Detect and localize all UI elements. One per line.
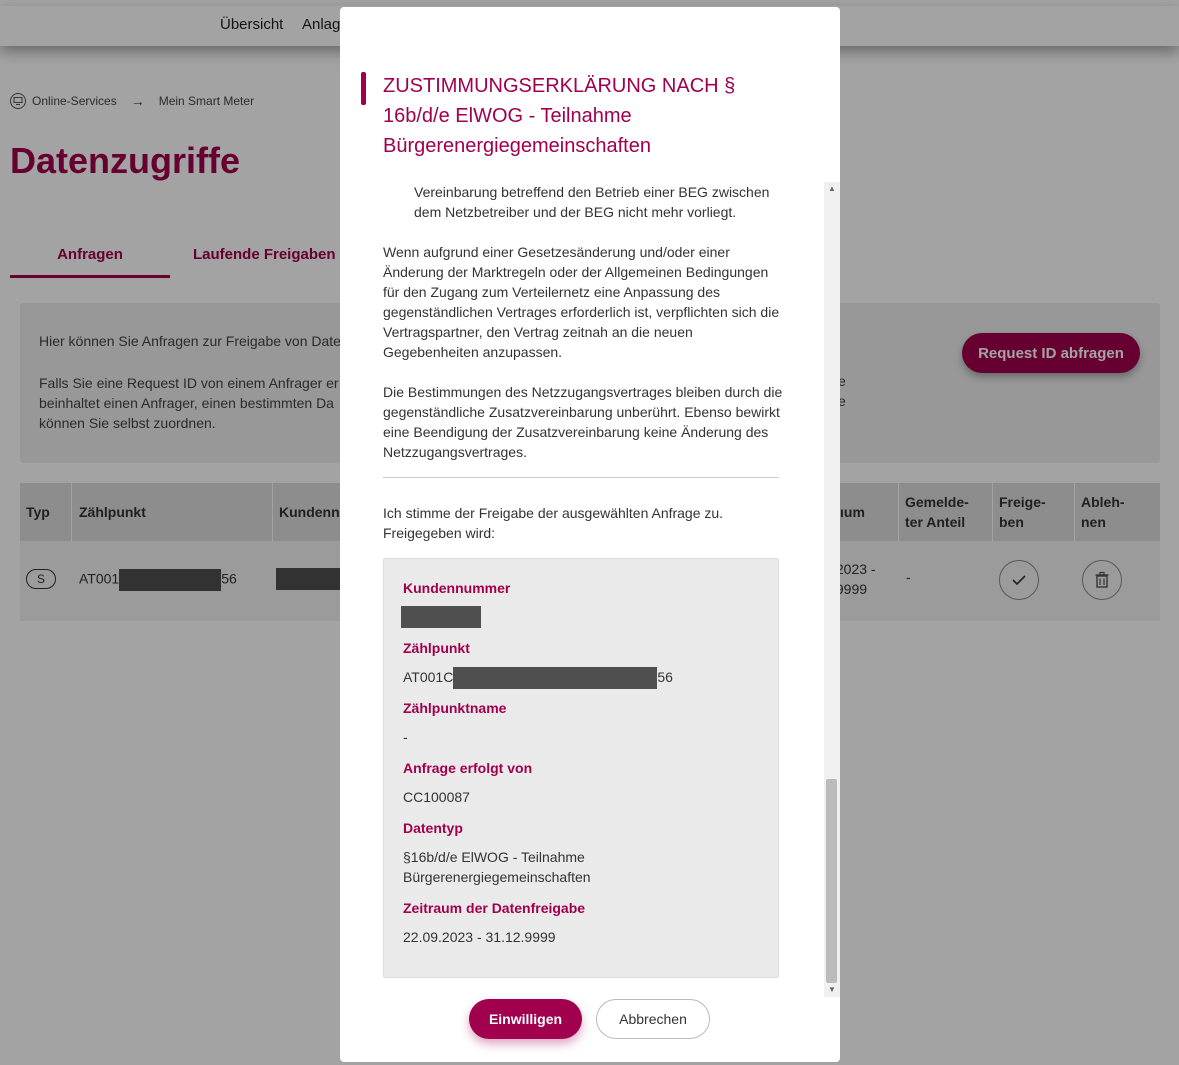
contract-paragraph: Vereinbarung betreffend den Betrieb eine… bbox=[414, 184, 770, 220]
modal-scrollbar[interactable]: ▲ ▼ bbox=[824, 182, 840, 997]
release-summary: Kundennummer Zählpunkt AT001C 56 Zählpunk… bbox=[383, 558, 779, 978]
zaehlpunkt-suffix: 56 bbox=[657, 669, 673, 685]
datentyp-label: Datentyp bbox=[403, 820, 463, 836]
zeitraum-label: Zeitraum der Datenfreigabe bbox=[403, 900, 586, 916]
redaction-block bbox=[401, 606, 481, 629]
anfrage-label: Anfrage erfolgt von bbox=[403, 760, 533, 776]
zaehlpunktname-label: Zählpunktname bbox=[403, 700, 507, 716]
consent-modal: ZUSTIMMUNGSERKLÄRUNG NACH § 16b/d/e ElWO… bbox=[340, 7, 840, 1062]
abbrechen-button[interactable]: Abbrechen bbox=[596, 999, 710, 1039]
scroll-up-arrow-icon[interactable]: ▲ bbox=[824, 182, 840, 196]
datentyp-value: §16b/d/e ElWOG - Teilnahme Bürgerenergie… bbox=[403, 849, 591, 885]
zaehlpunktname-value: - bbox=[403, 729, 408, 745]
einwilligen-button[interactable]: Einwilligen bbox=[469, 999, 582, 1039]
redaction-block bbox=[453, 667, 658, 690]
anfrage-value: CC100087 bbox=[403, 789, 470, 805]
consent-text: Ich stimme der Freigabe der ausgewählten… bbox=[383, 505, 724, 541]
title-accent-bar bbox=[361, 72, 366, 105]
kundennummer-value bbox=[401, 606, 481, 629]
scrollbar-thumb[interactable] bbox=[826, 779, 837, 983]
contract-paragraph: Wenn aufgrund einer Gesetzesänderung und… bbox=[383, 244, 780, 360]
scroll-down-arrow-icon[interactable]: ▼ bbox=[824, 983, 840, 997]
zaehlpunkt-label: Zählpunkt bbox=[403, 640, 470, 656]
kundennummer-label: Kundennummer bbox=[403, 580, 511, 596]
modal-scroll-content[interactable]: Vereinbarung betreffend den Betrieb eine… bbox=[340, 180, 840, 998]
contract-paragraph: Die Bestimmungen des Netzzugangsvertrage… bbox=[383, 384, 783, 460]
divider bbox=[383, 477, 779, 478]
zeitraum-value: 22.09.2023 - 31.12.9999 bbox=[403, 929, 556, 945]
modal-title: ZUSTIMMUNGSERKLÄRUNG NACH § 16b/d/e ElWO… bbox=[383, 75, 736, 157]
zaehlpunkt-prefix: AT001C bbox=[403, 669, 454, 685]
zaehlpunkt-value: AT001C 56 bbox=[403, 667, 673, 690]
